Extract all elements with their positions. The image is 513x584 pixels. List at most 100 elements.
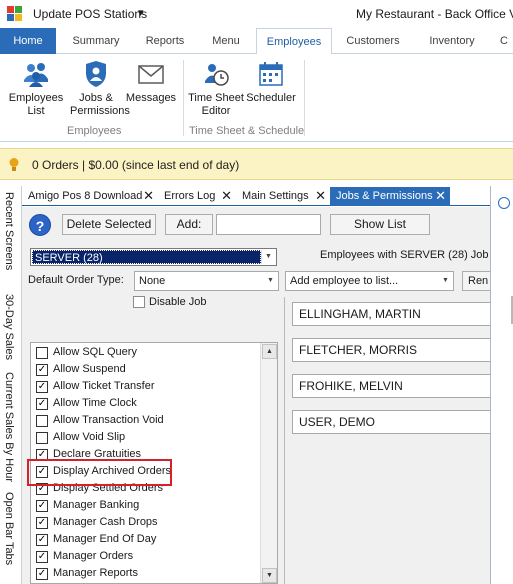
timesheet-label-2: Editor xyxy=(201,105,231,117)
permission-item[interactable]: ✓ Allow Suspend xyxy=(35,362,265,379)
tab-home[interactable]: Home xyxy=(0,28,56,54)
tab-cutoff[interactable]: C xyxy=(500,28,513,54)
delete-selected-button[interactable]: Delete Selected xyxy=(62,214,156,235)
employees-list-label-1: Employees xyxy=(8,92,64,104)
app-grid-icon[interactable] xyxy=(7,6,23,22)
chevron-down-icon[interactable]: ▼ xyxy=(440,275,451,287)
employee-item[interactable]: FROHIKE, MELVIN xyxy=(292,374,493,398)
timesheet-label-1: Time Sheet xyxy=(188,92,244,104)
permission-checkbox[interactable] xyxy=(36,415,48,427)
disable-job-checkbox[interactable] xyxy=(133,296,145,308)
side-tab-open-bar-tabs[interactable]: Open Bar Tabs xyxy=(3,492,15,565)
shield-user-icon xyxy=(86,61,106,87)
chevron-down-icon[interactable]: ▼ xyxy=(261,250,275,264)
messages-button[interactable]: Messages xyxy=(124,60,178,105)
doc-tab-amigo-download[interactable]: Amigo Pos 8 Download ✕ xyxy=(22,187,158,206)
employees-list-button[interactable]: Employees List xyxy=(6,60,66,118)
doc-tab-main-settings[interactable]: Main Settings ✕ xyxy=(236,187,330,206)
close-icon[interactable]: ✕ xyxy=(315,187,326,205)
update-pos-stations-button[interactable]: Update POS Stations xyxy=(33,7,147,21)
employee-item[interactable]: FLETCHER, MORRIS xyxy=(292,338,493,362)
employees-list-label-2: List xyxy=(27,105,45,117)
scheduler-label: Scheduler xyxy=(246,92,296,104)
permission-item[interactable]: Allow SQL Query xyxy=(35,345,265,362)
permission-checkbox[interactable]: ✓ xyxy=(36,534,48,546)
disable-job-label: Disable Job xyxy=(149,296,207,308)
quick-access-dropdown-icon[interactable]: ▾ xyxy=(138,6,144,19)
permission-checkbox[interactable] xyxy=(36,347,48,359)
jobs-permissions-panel: ? Delete Selected Add: Show List SERVER … xyxy=(22,207,502,584)
permission-checkbox[interactable]: ✓ xyxy=(36,517,48,529)
tab-customers[interactable]: Customers xyxy=(340,28,406,54)
permission-checkbox[interactable]: ✓ xyxy=(36,500,48,512)
permission-label: Allow Ticket Transfer xyxy=(53,380,155,392)
permission-checkbox[interactable]: ✓ xyxy=(36,381,48,393)
permission-checkbox[interactable]: ✓ xyxy=(36,398,48,410)
chevron-down-icon[interactable]: ▼ xyxy=(265,275,276,287)
employee-item[interactable]: ELLINGHAM, MARTIN xyxy=(292,302,493,326)
show-list-button[interactable]: Show List xyxy=(330,214,430,235)
jobs-label-1: Jobs & xyxy=(79,92,113,104)
close-icon[interactable]: ✕ xyxy=(143,187,154,205)
side-tab-recent-screens[interactable]: Recent Screens xyxy=(3,192,15,270)
permission-label: Manager Reports xyxy=(53,567,138,579)
scheduler-button[interactable]: Scheduler xyxy=(245,60,297,105)
radio-button[interactable] xyxy=(498,197,510,209)
jobs-permissions-button[interactable]: Jobs & Permissions xyxy=(70,60,130,118)
default-order-type-select[interactable]: None ▼ xyxy=(134,271,279,291)
close-icon[interactable]: ✕ xyxy=(435,187,446,205)
permission-label: Allow Void Slip xyxy=(53,431,126,443)
employees-header: Employees with SERVER (28) Job xyxy=(320,249,489,261)
permission-checkbox[interactable]: ✓ xyxy=(36,551,48,563)
right-pane xyxy=(490,186,513,584)
permission-label: Manager Banking xyxy=(53,499,140,511)
default-order-type-value: None xyxy=(139,275,166,287)
doc-tab-label: Errors Log xyxy=(164,190,216,202)
permission-item[interactable]: ✓ Manager End Of Day xyxy=(35,532,265,549)
highlight-annotation xyxy=(27,459,172,486)
doc-tab-jobs-permissions[interactable]: Jobs & Permissions ✕ xyxy=(330,187,450,206)
ribbon-group-separator xyxy=(183,60,184,136)
add-employee-select[interactable]: Add employee to list... ▼ xyxy=(285,271,454,291)
permission-checkbox[interactable]: ✓ xyxy=(36,364,48,376)
permission-item[interactable]: ✓ Manager Cash Drops xyxy=(35,515,265,532)
doc-tab-label: Main Settings xyxy=(242,190,309,202)
tab-reports[interactable]: Reports xyxy=(136,28,194,54)
ribbon-tab-bar: Home Summary Reports Menu Employees Cust… xyxy=(0,28,513,55)
tab-summary[interactable]: Summary xyxy=(66,28,126,54)
permission-label: Allow Time Clock xyxy=(53,397,137,409)
messages-label: Messages xyxy=(125,92,177,104)
doc-tab-label: Jobs & Permissions xyxy=(336,190,433,202)
side-tab-sales-by-hour[interactable]: Current Sales By Hour xyxy=(3,372,15,482)
close-icon[interactable]: ✕ xyxy=(221,187,232,205)
employee-item[interactable]: USER, DEMO xyxy=(292,410,493,434)
permission-item[interactable]: ✓ Allow Ticket Transfer xyxy=(35,379,265,396)
permission-checkbox[interactable] xyxy=(36,432,48,444)
permission-label: Manager End Of Day xyxy=(53,533,157,545)
doc-tab-errors-log[interactable]: Errors Log ✕ xyxy=(158,187,236,206)
tab-menu[interactable]: Menu xyxy=(204,28,248,54)
help-icon[interactable]: ? xyxy=(29,214,51,236)
ribbon-group-separator-2 xyxy=(304,60,305,136)
window-title: My Restaurant - Back Office Ver xyxy=(356,7,513,21)
sales-summary-text: 0 Orders | $0.00 (since last end of day) xyxy=(32,158,240,172)
add-job-input[interactable] xyxy=(216,214,321,235)
job-select[interactable]: SERVER (28) ▼ xyxy=(30,248,277,266)
jobs-label-2: Permissions xyxy=(70,105,130,117)
permission-item[interactable]: ✓ Manager Orders xyxy=(35,549,265,566)
permission-item[interactable]: Allow Transaction Void xyxy=(35,413,265,430)
permission-label: Allow Transaction Void xyxy=(53,414,164,426)
permission-checkbox[interactable]: ✓ xyxy=(36,568,48,580)
ribbon-panel: Employees List Jobs & Permissions Messag… xyxy=(0,54,513,142)
tab-inventory[interactable]: Inventory xyxy=(418,28,486,54)
timesheet-editor-button[interactable]: Time Sheet Editor xyxy=(188,60,244,118)
permission-item[interactable]: Allow Void Slip xyxy=(35,430,265,447)
permission-item[interactable]: ✓ Allow Time Clock xyxy=(35,396,265,413)
permission-label: Allow SQL Query xyxy=(53,346,137,358)
tab-employees[interactable]: Employees xyxy=(256,28,332,55)
permission-item[interactable]: ✓ Manager Reports xyxy=(35,566,265,583)
permission-item[interactable]: ✓ Manager Banking xyxy=(35,498,265,515)
side-tab-30-day-sales[interactable]: 30-Day Sales xyxy=(3,294,15,360)
group-label-timesheet: Time Sheet & Schedule xyxy=(189,125,305,137)
add-button[interactable]: Add: xyxy=(165,214,213,235)
